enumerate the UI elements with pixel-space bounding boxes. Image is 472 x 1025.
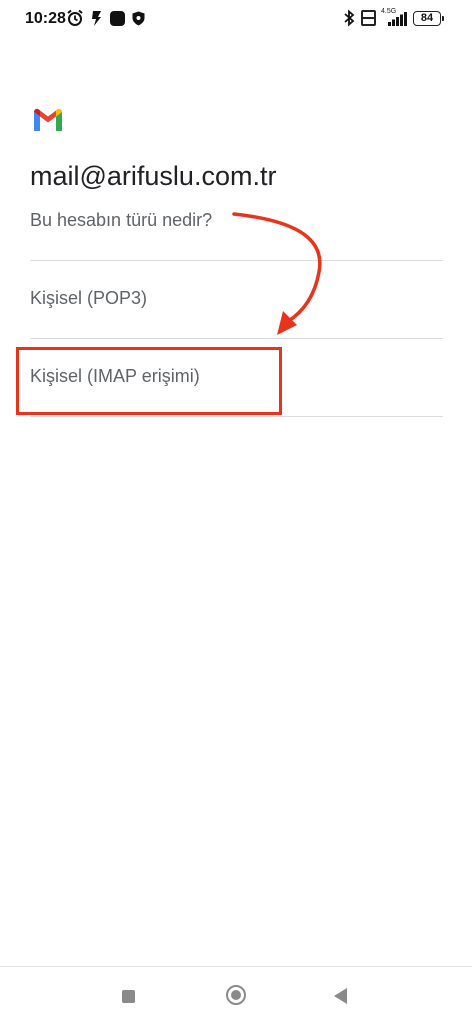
- home-icon[interactable]: [226, 985, 246, 1005]
- recents-icon[interactable]: [122, 990, 135, 1003]
- back-icon[interactable]: [334, 988, 347, 1004]
- navigation-bar: [0, 966, 472, 1025]
- annotation-arrow-icon: [232, 212, 322, 335]
